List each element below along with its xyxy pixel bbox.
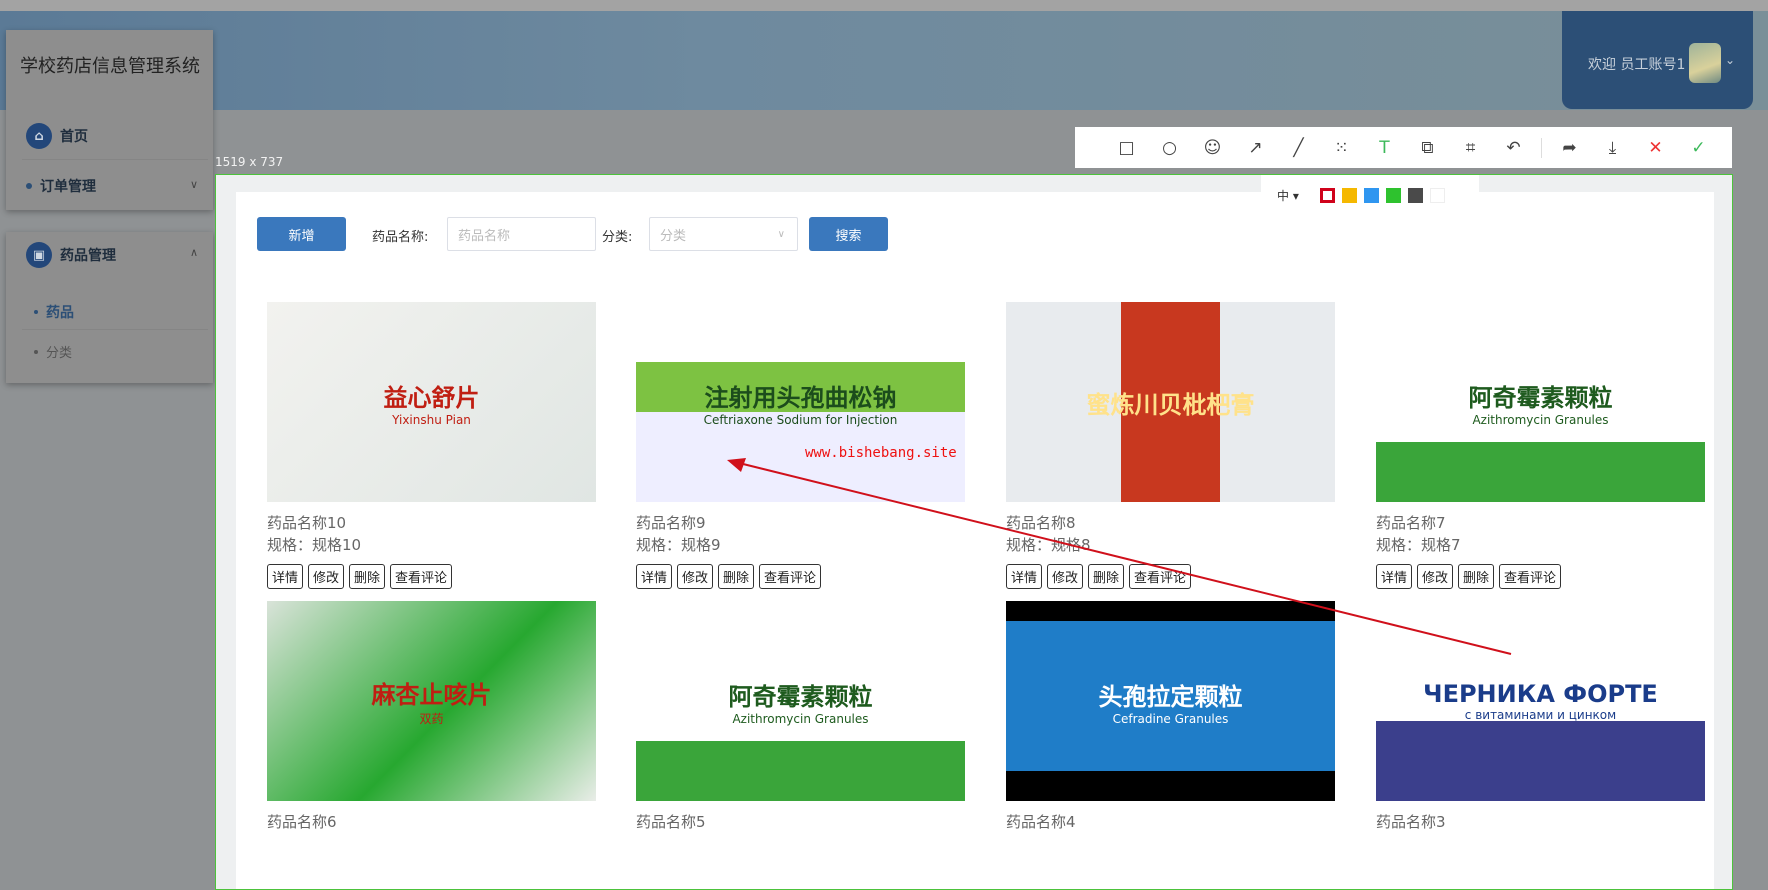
ocr-icon[interactable]: ⌗ bbox=[1449, 138, 1492, 158]
pen-icon[interactable]: ╱ bbox=[1277, 138, 1320, 158]
color-swatch[interactable] bbox=[1319, 187, 1335, 203]
save-icon[interactable]: ⤓ bbox=[1591, 138, 1634, 158]
mosaic-icon[interactable]: ⁙ bbox=[1320, 138, 1363, 158]
cancel-icon[interactable]: ✕ bbox=[1634, 138, 1677, 158]
font-size-select[interactable]: 中 ▾ bbox=[1277, 187, 1299, 204]
rectangle-icon[interactable]: □ bbox=[1105, 138, 1148, 158]
text-options-popup: 中 ▾ bbox=[1261, 175, 1479, 215]
text-icon[interactable]: T bbox=[1363, 138, 1406, 158]
ellipse-icon[interactable]: ○ bbox=[1148, 138, 1191, 158]
color-swatch[interactable] bbox=[1407, 187, 1423, 203]
arrow-icon[interactable]: ↗ bbox=[1234, 138, 1277, 158]
color-swatch[interactable] bbox=[1363, 187, 1379, 203]
emoji-icon[interactable]: ☺ bbox=[1191, 138, 1234, 158]
pin-icon[interactable]: ⧉ bbox=[1406, 138, 1449, 158]
undo-icon[interactable]: ↶ bbox=[1492, 138, 1535, 158]
capture-toolbar: □ ○ ☺ ↗ ╱ ⁙ T ⧉ ⌗ ↶ ➦ ⤓ ✕ ✓ bbox=[1075, 127, 1732, 168]
divider bbox=[1541, 137, 1542, 158]
color-swatch[interactable] bbox=[1429, 187, 1445, 203]
share-icon[interactable]: ➦ bbox=[1548, 138, 1591, 158]
color-swatch[interactable] bbox=[1385, 187, 1401, 203]
confirm-icon[interactable]: ✓ bbox=[1677, 138, 1720, 158]
color-swatch[interactable] bbox=[1341, 187, 1357, 203]
